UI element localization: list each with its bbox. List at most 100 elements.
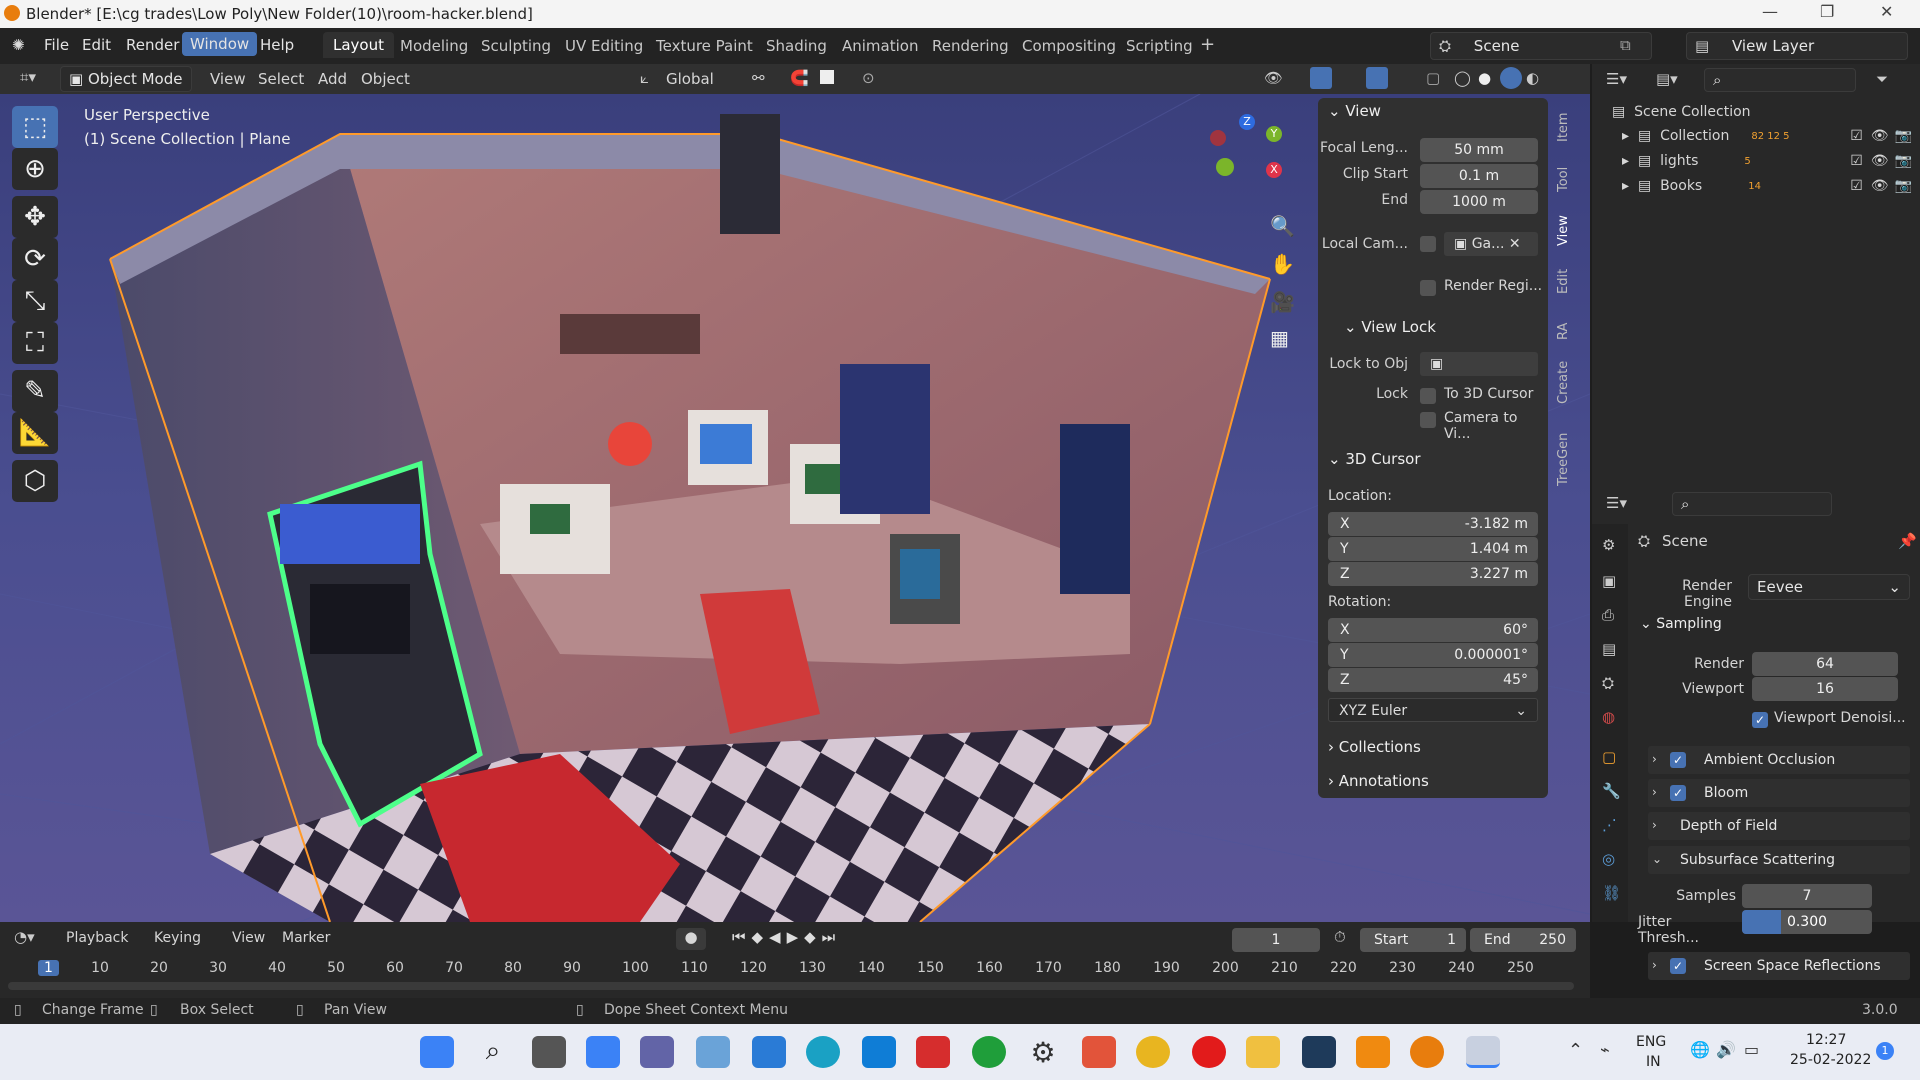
camera-view-icon[interactable]: 🎥: [1270, 290, 1295, 314]
menu-file[interactable]: File: [44, 36, 69, 54]
subsurface-scattering-panel[interactable]: Subsurface Scattering: [1648, 846, 1910, 874]
preview-range-icon[interactable]: ⏱: [1334, 928, 1346, 946]
object-tab-icon[interactable]: ▢: [1602, 748, 1616, 766]
expand-arrow-icon[interactable]: ▸: [1622, 128, 1629, 144]
sss-samples-field[interactable]: 7: [1742, 884, 1872, 908]
cursor-rotation-x[interactable]: X 60°: [1328, 618, 1538, 642]
menu-render[interactable]: Render: [126, 36, 179, 54]
snap-target-icon[interactable]: [820, 70, 834, 84]
pivot-icon[interactable]: ⚯: [752, 69, 765, 87]
widgets-icon[interactable]: [586, 1036, 620, 1068]
eye-icon[interactable]: 👁: [1871, 178, 1889, 194]
filter-icon[interactable]: ⏷: [1876, 70, 1888, 88]
output-tab-icon[interactable]: ⎙: [1602, 606, 1614, 624]
expand-arrow-icon[interactable]: ›: [1652, 785, 1657, 799]
notification-badge[interactable]: 1: [1876, 1042, 1894, 1060]
gizmo-neg-y[interactable]: [1216, 158, 1234, 176]
file-explorer-icon[interactable]: [1246, 1036, 1280, 1068]
local-camera-checkbox[interactable]: [1420, 236, 1436, 252]
render-samples-field[interactable]: 64: [1752, 652, 1898, 676]
timeline-menu-keying[interactable]: Keying: [154, 930, 201, 946]
timeline-editor-icon[interactable]: ◔▾: [14, 928, 35, 946]
timeline-ruler[interactable]: 1 10 20 30 40 50 60 70 80 90 100 110 120 130 140 150 160…: [0, 958, 1590, 980]
view-lock-header[interactable]: ⌄ View Lock: [1344, 318, 1436, 336]
vlc-icon[interactable]: [1356, 1036, 1390, 1068]
globe-icon[interactable]: 🌐: [1690, 1040, 1710, 1059]
sampling-panel-header[interactable]: ⌄ Sampling: [1640, 616, 1722, 632]
cursor-rotation-y[interactable]: Y 0.000001°: [1328, 643, 1538, 667]
battery-icon[interactable]: ▭: [1744, 1040, 1759, 1059]
scale-tool[interactable]: ⤡: [12, 280, 58, 322]
select-box-tool[interactable]: ⬚: [12, 106, 58, 148]
scene-new-icon[interactable]: ⧉: [1620, 36, 1631, 54]
cursor-location-z[interactable]: Z 3.227 m: [1328, 562, 1538, 586]
language-bottom[interactable]: IN: [1646, 1054, 1661, 1070]
rotate-tool[interactable]: ⟳: [12, 238, 58, 280]
opera-icon[interactable]: [1192, 1036, 1226, 1068]
annotate-tool[interactable]: ✎: [12, 370, 58, 412]
language-top[interactable]: ENG: [1636, 1034, 1666, 1050]
rendered-shading-icon[interactable]: ◐: [1526, 69, 1539, 87]
visibility-icon[interactable]: 👁: [1264, 69, 1283, 87]
render-tab-icon[interactable]: ▣: [1602, 572, 1616, 590]
gizmo-z[interactable]: Z: [1239, 114, 1255, 130]
render-camera-icon[interactable]: 📷: [1895, 178, 1912, 194]
gizmo-x[interactable]: X: [1266, 162, 1282, 178]
cursor-rotation-z[interactable]: Z 45°: [1328, 668, 1538, 692]
gizmo-y[interactable]: Y: [1266, 126, 1282, 142]
lightshot-icon[interactable]: [862, 1036, 896, 1068]
outliner-editor-icon[interactable]: ☰▾: [1606, 70, 1627, 88]
tab-animation[interactable]: Animation: [842, 37, 918, 55]
tab-scripting[interactable]: Scripting: [1126, 37, 1193, 55]
rotation-mode-dropdown[interactable]: XYZ Euler ⌄: [1328, 698, 1538, 722]
tab-item[interactable]: Item: [1556, 112, 1571, 142]
view-panel-header[interactable]: ⌄ View: [1328, 102, 1381, 120]
tab-tool[interactable]: Tool: [1556, 167, 1571, 192]
xbox-icon[interactable]: [972, 1036, 1006, 1068]
display-mode-icon[interactable]: ▤▾: [1656, 70, 1678, 88]
include-checkbox-icon[interactable]: ☑: [1850, 153, 1863, 169]
properties-editor-icon[interactable]: ☰▾: [1606, 494, 1627, 512]
scene-collection-row[interactable]: ▤ Scene Collection: [1612, 104, 1751, 120]
tab-rendering[interactable]: Rendering: [932, 37, 1009, 55]
bloom-panel[interactable]: Bloom: [1648, 779, 1910, 807]
viewport-menu-add[interactable]: Add: [318, 70, 347, 88]
properties-search[interactable]: ⌕: [1672, 492, 1832, 516]
physics-tab-icon[interactable]: ◎: [1602, 850, 1615, 868]
outliner-item-books[interactable]: ▸ ▤ Books 14 ☑ 👁 📷: [1622, 178, 1912, 194]
jitter-threshold-field[interactable]: 0.300: [1742, 910, 1872, 934]
mcafee-icon[interactable]: [916, 1036, 950, 1068]
modifier-tab-icon[interactable]: 🔧: [1602, 782, 1621, 800]
eye-icon[interactable]: 👁: [1871, 128, 1889, 144]
zoom-icon[interactable]: 🔍: [1270, 214, 1295, 238]
expand-arrow-icon[interactable]: ›: [1652, 958, 1657, 972]
ssr-checkbox[interactable]: ✓: [1670, 958, 1686, 974]
pan-hand-icon[interactable]: ✋: [1270, 252, 1295, 276]
gizmo-toggle-icon[interactable]: [1310, 67, 1332, 89]
render-engine-dropdown[interactable]: Eevee ⌄: [1748, 574, 1910, 600]
tab-edit[interactable]: Edit: [1556, 269, 1571, 294]
viewport-denoise-checkbox[interactable]: ✓: [1752, 712, 1768, 728]
settings-icon[interactable]: ⚙: [1026, 1036, 1060, 1069]
cursor-location-x[interactable]: X -3.182 m: [1328, 512, 1538, 536]
mode-selector[interactable]: ▣ Object Mode ▾: [60, 66, 192, 106]
proportional-edit-icon[interactable]: ⊙: [862, 69, 875, 87]
collections-panel-header[interactable]: › Collections: [1328, 738, 1421, 756]
scene-tab-icon[interactable]: ⛭: [1602, 674, 1614, 692]
snipping-tool-icon[interactable]: [1466, 1036, 1500, 1068]
view-layer-selector[interactable]: ▤ View Layer: [1686, 32, 1908, 60]
local-camera-field[interactable]: ▣ Ga... ✕: [1444, 232, 1538, 256]
view-layer-tab-icon[interactable]: ▤: [1602, 640, 1616, 658]
photos-icon[interactable]: [696, 1036, 730, 1068]
include-checkbox-icon[interactable]: ☑: [1850, 128, 1863, 144]
app-launcher-icon[interactable]: [1302, 1036, 1336, 1068]
tab-layout[interactable]: Layout: [323, 32, 394, 58]
overlay-toggle-icon[interactable]: [1366, 67, 1388, 89]
clip-end-field[interactable]: 1000 m: [1420, 190, 1538, 214]
timeline-menu-marker[interactable]: Marker: [282, 930, 330, 946]
outliner-item-lights[interactable]: ▸ ▤ lights 5 ☑ 👁 📷: [1622, 153, 1912, 169]
expand-arrow-icon[interactable]: ▸: [1622, 153, 1629, 169]
office-icon[interactable]: [1082, 1036, 1116, 1068]
render-region-checkbox[interactable]: [1420, 280, 1436, 296]
constraints-tab-icon[interactable]: ⛓: [1602, 884, 1621, 902]
